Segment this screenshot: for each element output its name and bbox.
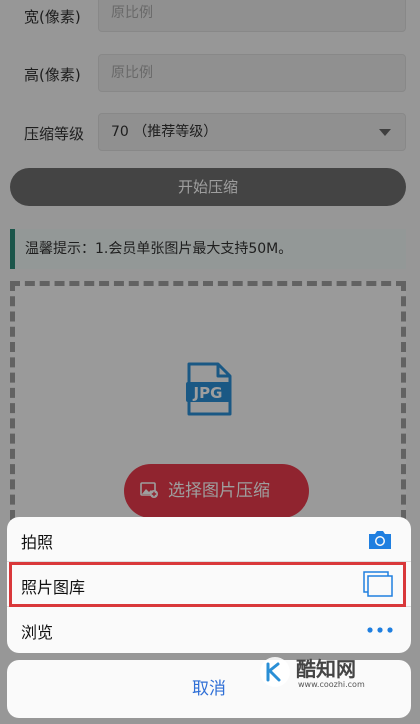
watermark-url: www.coozhi.com: [298, 680, 365, 689]
sheet-item-label: 浏览: [21, 623, 54, 642]
sheet-item-label: 拍照: [21, 533, 54, 552]
sheet-item-label: 照片图库: [21, 578, 86, 597]
watermark-logo: 酷知网 www.coozhi.com: [260, 657, 365, 689]
sheet-item-photo-library[interactable]: 照片图库: [7, 562, 411, 607]
action-sheet: 拍照 照片图库 浏览: [7, 517, 411, 653]
camera-icon: [369, 531, 391, 549]
more-icon: [367, 627, 393, 633]
watermark-name: 酷知网: [296, 657, 356, 681]
sheet-item-browse[interactable]: 浏览: [7, 607, 411, 652]
photo-library-icon: [363, 571, 393, 597]
sheet-item-camera[interactable]: 拍照: [7, 517, 411, 562]
